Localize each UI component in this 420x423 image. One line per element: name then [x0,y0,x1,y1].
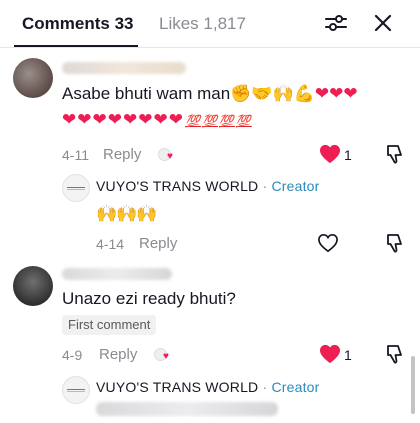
hundred-emoji: 💯 [218,114,235,128]
like-heart-filled-icon[interactable] [319,144,341,164]
heart-emoji: ❤ [329,84,344,103]
blurred-username [62,62,186,74]
like-heart-filled-icon[interactable] [319,344,341,364]
comment-date: 4-11 [62,147,89,163]
dislike-icon[interactable] [384,144,404,164]
blurred-reply-text [96,402,278,416]
commenter-avatar[interactable] [13,58,53,98]
reply-button[interactable]: Reply [99,346,137,363]
fist-emoji: ✊ [230,84,252,103]
creator-liked-badge: ♥ [158,148,180,162]
hundred-emoji: 💯 [201,114,218,128]
close-button[interactable] [368,8,398,38]
comments-header: Comments 33 Likes 1,817 [0,0,420,48]
dislike-icon[interactable] [384,344,404,364]
raised-hands-emoji: 🙌 [272,84,294,103]
reply-button[interactable]: Reply [103,146,141,163]
comment-text: Unazo ezi ready bhuti? [62,289,236,308]
heart-emoji: ❤ [123,110,139,129]
reply-button[interactable]: Reply [139,235,177,252]
separator-dot: · [262,379,268,395]
heart-emoji: ❤ [314,84,330,103]
blurred-username [62,268,172,280]
hundred-emoji: 💯 [185,114,201,128]
heart-emoji: ❤ [107,110,123,129]
separator-dot: · [262,178,268,194]
dislike-icon[interactable] [384,233,404,253]
heart-emoji: ❤ [92,110,108,129]
filter-button[interactable] [321,8,351,38]
heart-emoji: ❤ [343,84,358,103]
logo-mark [67,186,85,190]
creator-name-text: VUYO'S TRANS WORLD [96,178,259,194]
heart-icon: ♥ [163,351,169,362]
heart-icon: ♥ [167,151,173,162]
creator-username[interactable]: VUYO'S TRANS WORLD · Creator [96,178,320,194]
comment-date: 4-9 [62,347,83,363]
creator-badge: Creator [271,379,320,395]
reply-date: 4-14 [96,236,125,252]
flexed-biceps-emoji: 💪 [293,84,315,103]
creator-name-text: VUYO'S TRANS WORLD [96,379,259,395]
scrollbar[interactable] [411,356,415,414]
heart-emoji: ❤ [168,110,184,129]
like-count: 1 [344,147,352,163]
creator-liked-badge: ♥ [154,348,176,362]
creator-badge: Creator [271,178,320,194]
creator-avatar[interactable] [62,376,90,404]
handshake-emoji: 🤝 [251,84,273,103]
active-tab-indicator [14,45,138,47]
comment-text: Asabe bhuti wam man✊🤝🙌💪❤❤❤ [62,84,358,104]
heart-emoji: ❤ [62,110,78,129]
creator-username[interactable]: VUYO'S TRANS WORLD · Creator [96,379,320,395]
heart-emoji: ❤ [77,110,93,129]
hundred-emoji: 💯 [235,114,252,128]
creator-avatar[interactable] [62,174,90,202]
tab-comments[interactable]: Comments 33 [22,14,133,34]
like-count: 1 [344,347,352,363]
heart-emoji: ❤ [153,110,169,129]
comment-text-part: Asabe bhuti wam man [62,84,231,103]
logo-mark [67,388,85,392]
first-comment-tag: First comment [62,315,157,335]
like-heart-outline-icon[interactable] [317,233,339,253]
tab-likes[interactable]: Likes 1,817 [159,14,246,34]
comment-emoji-line: ❤❤❤❤❤❤❤❤💯💯💯💯 [62,110,252,130]
heart-emoji: ❤ [138,110,154,129]
commenter-avatar[interactable] [13,266,53,306]
sliders-icon [325,15,347,31]
close-icon [374,14,392,32]
creator-reply-text: 🙌🙌🙌 [96,204,158,223]
